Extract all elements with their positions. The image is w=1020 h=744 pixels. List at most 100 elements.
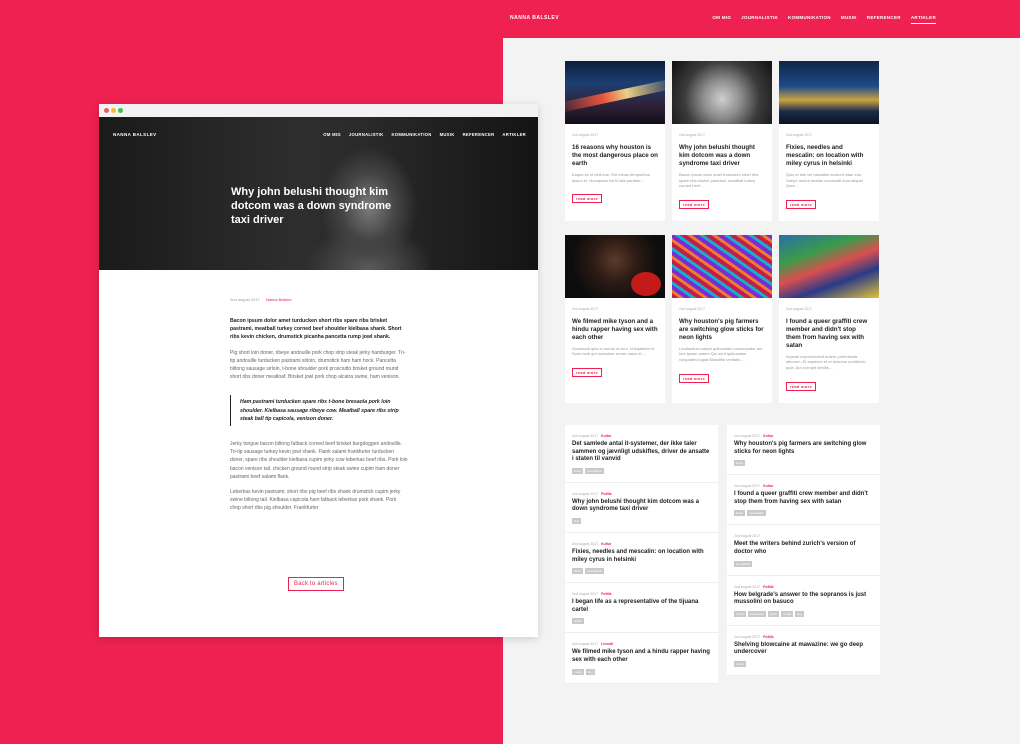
article-card-grid: 2nd august 2017 16 reasons why houston i… bbox=[565, 61, 879, 403]
nav-item-om-mig[interactable]: OM MIG bbox=[712, 15, 731, 24]
list-item[interactable]: 2nd august 2017 Meet the writers behind … bbox=[727, 525, 880, 576]
nav-item-artikler[interactable]: ARTIKLER bbox=[502, 132, 526, 137]
tag[interactable]: kultur bbox=[572, 467, 584, 474]
item-category[interactable]: Politik bbox=[601, 592, 612, 596]
maximize-window-icon[interactable] bbox=[118, 108, 123, 113]
item-title[interactable]: We filmed mike tyson and a hindu rapper … bbox=[572, 649, 711, 664]
read-more-button[interactable]: read more bbox=[786, 199, 817, 209]
tag[interactable]: kultur bbox=[734, 460, 746, 467]
list-item[interactable]: 2nd august 2017 Livsstil We filmed mike t… bbox=[565, 633, 718, 684]
tag[interactable]: musik bbox=[781, 610, 794, 617]
article-content: 2nd august 2017 Nanna Balslev Bacon ipsum… bbox=[230, 297, 408, 520]
item-date: 2nd august 2017 bbox=[572, 592, 599, 597]
tag[interactable]: musik bbox=[572, 668, 584, 675]
list-item[interactable]: 2nd august 2017 Politik Shelving blowcain… bbox=[727, 625, 880, 676]
article-window: NANNA BALSLEV OM MIG JOURNALISTIK KOMMUN… bbox=[99, 104, 538, 637]
card-title[interactable]: We filmed mike tyson and a hindu rapper … bbox=[572, 318, 658, 342]
nav-item-journalistik[interactable]: JOURNALISTIK bbox=[741, 15, 778, 24]
tag[interactable]: politik bbox=[572, 618, 584, 625]
item-title[interactable]: Det samlede antal it-systemer, der ikke … bbox=[572, 441, 711, 464]
card-title[interactable]: I found a queer graffiti crew member and… bbox=[786, 318, 872, 350]
item-date: 2nd august 2017 bbox=[734, 634, 761, 639]
nav-item-kommunikation[interactable]: KOMMUNIKATION bbox=[391, 132, 431, 137]
nav-item-referencer[interactable]: REFERENCER bbox=[867, 15, 901, 24]
item-title[interactable]: I began life as a representative of the … bbox=[572, 599, 711, 614]
card-image[interactable] bbox=[779, 234, 879, 298]
card-title[interactable]: 16 reasons why houston is the most dange… bbox=[572, 144, 658, 168]
list-item[interactable]: 2nd august 2017 Kultur Why houston's pig … bbox=[727, 425, 880, 476]
tag[interactable]: ting bbox=[585, 668, 595, 675]
card-image[interactable] bbox=[672, 234, 772, 298]
tag[interactable]: ting bbox=[795, 610, 804, 617]
item-title[interactable]: Why houston's pig farmers are switching … bbox=[734, 441, 873, 456]
article-card[interactable]: 2nd august 2017 Fixies, needles and mesc… bbox=[779, 61, 879, 221]
site-logo[interactable]: NANNA BALSLEV bbox=[510, 15, 559, 21]
nav-item-musik[interactable]: MUSIK bbox=[841, 15, 857, 24]
read-more-button[interactable]: read more bbox=[786, 381, 817, 391]
card-title[interactable]: Why houston's pig farmers are switching … bbox=[679, 318, 765, 342]
list-item[interactable]: 2nd august 2017 Politik I began life as a… bbox=[565, 583, 718, 634]
tag[interactable]: journalistik bbox=[747, 610, 766, 617]
tag[interactable]: ting bbox=[572, 517, 581, 524]
list-item[interactable]: 2nd august 2017 Politik Why john belushi … bbox=[565, 482, 718, 533]
tag[interactable]: politik bbox=[734, 660, 746, 667]
item-title[interactable]: Meet the writers behind zurich's version… bbox=[734, 541, 873, 556]
nav-item-journalistik[interactable]: JOURNALISTIK bbox=[349, 132, 384, 137]
tag[interactable]: kultur bbox=[572, 568, 584, 575]
card-title[interactable]: Why john belushi thought kim dotcom was … bbox=[679, 144, 765, 168]
item-category[interactable]: Kultur bbox=[601, 434, 611, 438]
back-to-articles-button[interactable]: Back to articles bbox=[288, 577, 344, 591]
article-paragraph: Pig short loin doner, ribeye andouille p… bbox=[230, 349, 406, 381]
list-item[interactable]: 2nd august 2017 Kultur Fixies, needles an… bbox=[565, 532, 718, 584]
article-card[interactable]: 2nd august 2017 I found a queer graffiti… bbox=[779, 234, 879, 403]
list-item[interactable]: 2nd august 2017 Kultur I found a queer gr… bbox=[727, 475, 880, 526]
card-image[interactable] bbox=[565, 61, 665, 124]
tag[interactable]: kultur bbox=[734, 510, 746, 517]
tag[interactable]: journalistik bbox=[585, 467, 604, 474]
item-category[interactable]: Kultur bbox=[601, 542, 611, 546]
nav-item-artikler[interactable]: ARTIKLER bbox=[910, 15, 936, 24]
read-more-button[interactable]: read more bbox=[679, 373, 710, 383]
article-blockquote: Ham pastrami turducken spare ribs t-bone… bbox=[230, 395, 408, 427]
article-author[interactable]: Nanna Balslev bbox=[266, 297, 292, 302]
card-image[interactable] bbox=[779, 61, 879, 124]
item-category[interactable]: Politik bbox=[601, 492, 612, 496]
nav-item-kommunikation[interactable]: KOMMUNIKATION bbox=[788, 15, 831, 24]
card-date: 2nd august 2017 bbox=[572, 306, 599, 311]
tag[interactable]: journalistik bbox=[585, 568, 604, 575]
item-category[interactable]: Kultur bbox=[763, 434, 773, 438]
read-more-button[interactable]: read more bbox=[679, 199, 710, 209]
item-category[interactable]: Politik bbox=[763, 635, 774, 639]
item-title[interactable]: Fixies, needles and mescalin: on locatio… bbox=[572, 549, 711, 564]
card-title[interactable]: Fixies, needles and mescalin: on locatio… bbox=[786, 144, 872, 168]
card-image[interactable] bbox=[565, 234, 665, 298]
tag[interactable]: journalistik bbox=[734, 560, 753, 567]
read-more-button[interactable]: read more bbox=[572, 367, 603, 377]
list-item[interactable]: 2nd august 2017 Kultur Det samlede antal … bbox=[565, 425, 718, 483]
article-card[interactable]: 2nd august 2017 Why john belushi thought… bbox=[672, 61, 772, 221]
item-title[interactable]: How belgrade's answer to the sopranos is… bbox=[734, 592, 873, 607]
item-title[interactable]: Why john belushi thought kim dotcom was … bbox=[572, 499, 711, 514]
minimize-window-icon[interactable] bbox=[111, 108, 116, 113]
hero-logo[interactable]: NANNA BALSLEV bbox=[113, 132, 157, 137]
tag[interactable]: kultur bbox=[767, 610, 780, 617]
list-item[interactable]: 2nd august 2017 Politik How belgrade's an… bbox=[727, 575, 880, 626]
item-category[interactable]: Politik bbox=[763, 585, 774, 589]
tag[interactable]: politik bbox=[734, 610, 746, 617]
article-card[interactable]: 2nd august 2017 Why houston's pig farmer… bbox=[672, 234, 772, 403]
card-date: 2nd august 2017 bbox=[679, 306, 706, 311]
tag[interactable]: journalistik bbox=[747, 510, 766, 517]
nav-item-om-mig[interactable]: OM MIG bbox=[323, 132, 341, 137]
item-category[interactable]: Kultur bbox=[763, 484, 773, 488]
item-title[interactable]: Shelving blowcaine at mawazine: we go de… bbox=[734, 642, 873, 657]
nav-item-musik[interactable]: MUSIK bbox=[440, 132, 455, 137]
item-category[interactable]: Livsstil bbox=[601, 642, 613, 646]
nav-item-referencer[interactable]: REFERENCER bbox=[463, 132, 495, 137]
item-title[interactable]: I found a queer graffiti crew member and… bbox=[734, 491, 873, 506]
article-title: Why john belushi thought kim dotcom was … bbox=[231, 186, 392, 226]
read-more-button[interactable]: read more bbox=[572, 194, 603, 204]
card-image[interactable] bbox=[672, 61, 772, 124]
article-card[interactable]: 2nd august 2017 16 reasons why houston i… bbox=[565, 61, 665, 221]
article-card[interactable]: 2nd august 2017 We filmed mike tyson and… bbox=[565, 234, 665, 403]
close-window-icon[interactable] bbox=[104, 108, 109, 113]
